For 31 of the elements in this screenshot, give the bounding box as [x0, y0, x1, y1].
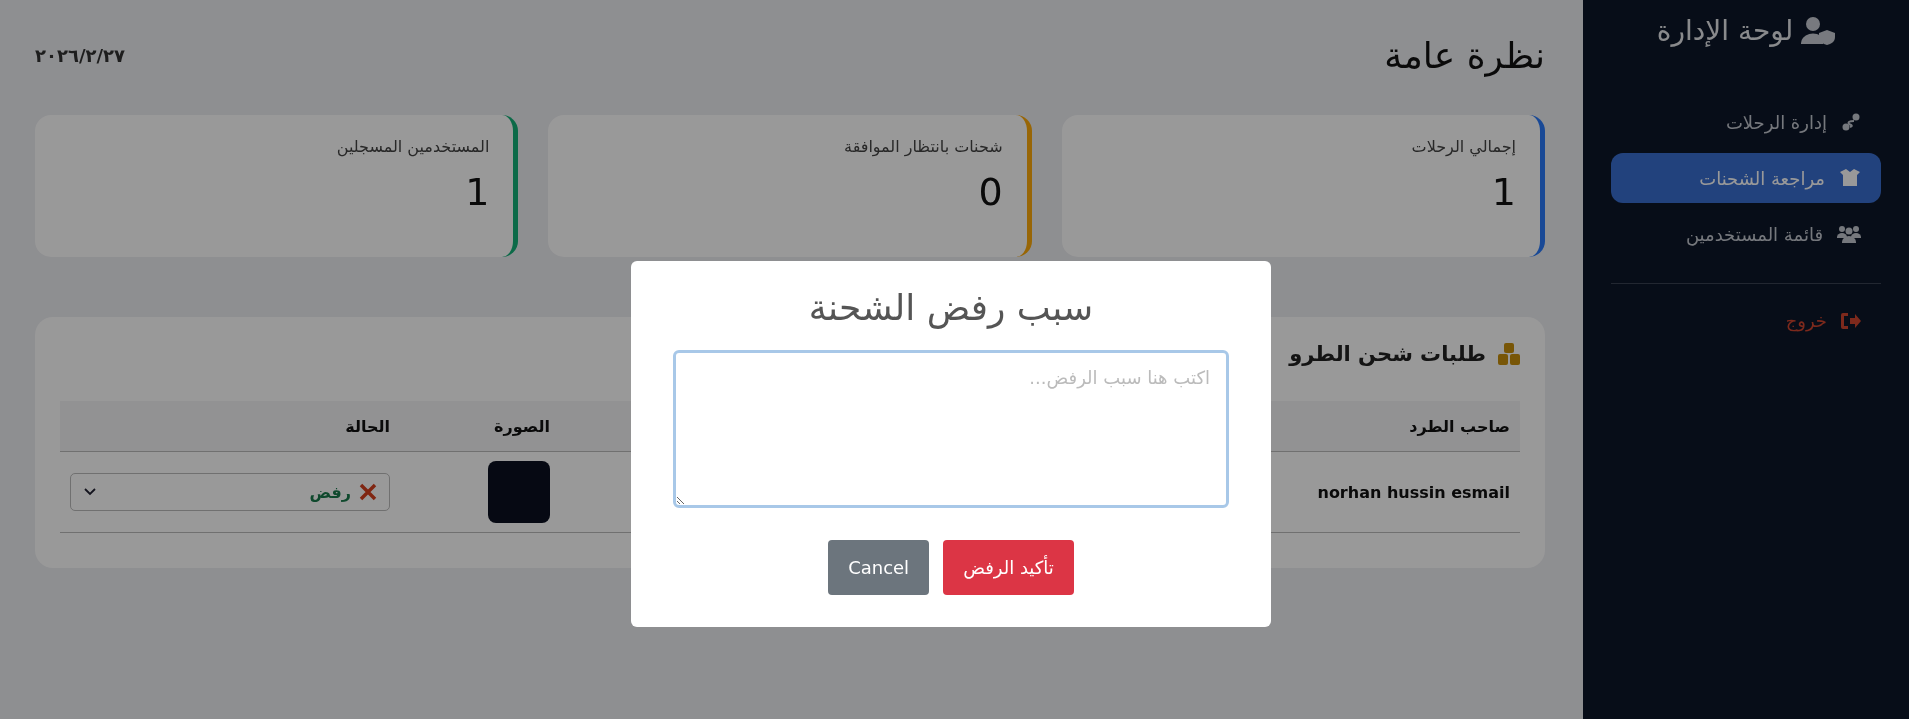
box-icon — [1840, 169, 1860, 186]
stat-label: شحنات بانتظار الموافقة — [843, 137, 1003, 156]
stat-label: المستخدمين المسجلين — [335, 137, 490, 156]
cancel-button[interactable]: Cancel — [828, 540, 930, 595]
route-icon — [1842, 113, 1860, 131]
chevron-down-icon — [84, 488, 96, 496]
column-header: صاحب الطرد — [1409, 416, 1510, 436]
page-title: نظرة عامة — [1384, 34, 1545, 76]
stat-value: 0 — [977, 170, 1003, 214]
stat-label: إجمالي الرحلات — [1410, 137, 1516, 156]
stat-value: 1 — [1490, 170, 1516, 214]
sidebar-item[interactable]: إدارة الرحلات — [1611, 97, 1881, 147]
column-header: الصورة — [494, 416, 550, 436]
date-text: ٢٠٢٦/٢/٢٧ — [35, 44, 126, 66]
sidebar-title: لوحة الإدارة — [1656, 14, 1794, 47]
stat-value: 1 — [464, 170, 490, 214]
boxes-icon — [1498, 343, 1520, 365]
users-icon — [1837, 226, 1861, 243]
sidebar-item[interactable]: مراجعة الشحنات — [1611, 153, 1881, 203]
column-header: الحالة — [345, 416, 390, 436]
modal-title: سبب رفض الشحنة — [808, 287, 1094, 328]
sidebar-item[interactable]: قائمة المستخدمين — [1611, 209, 1881, 259]
photo-placeholder — [488, 461, 550, 523]
confirm-reject-button[interactable]: تأكيد الرفض — [943, 540, 1074, 595]
status-dropdown[interactable]: رفض — [70, 473, 390, 511]
table-cell-text: norhan hussin esmail — [1316, 481, 1511, 504]
x-icon — [359, 483, 377, 501]
table-title: طلبات شحن الطرو — [1289, 342, 1486, 366]
reason-field[interactable]: اكتب هنا سبب الرفض... — [673, 350, 1229, 508]
user-shield-icon — [1801, 16, 1836, 45]
sign-out-icon — [1841, 312, 1861, 329]
